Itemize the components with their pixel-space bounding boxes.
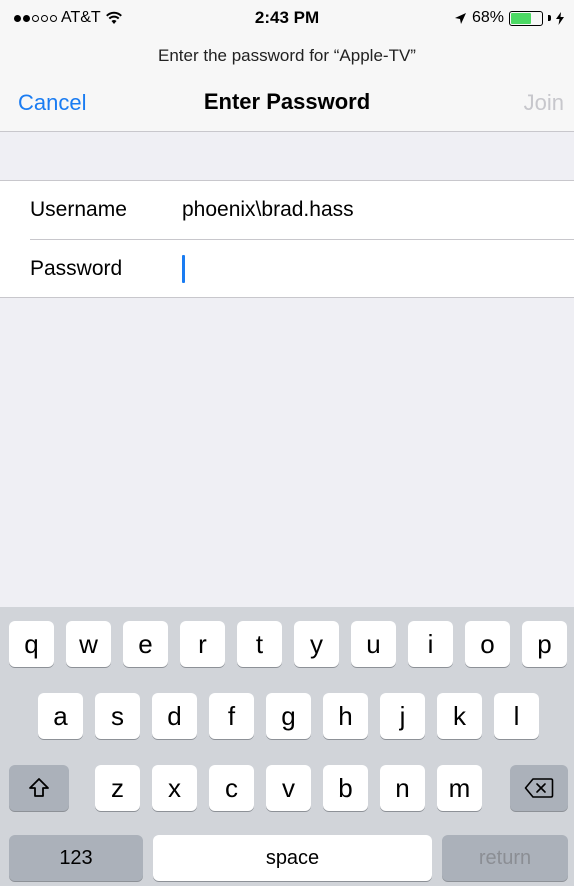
- password-label: Password: [30, 257, 123, 280]
- key-v[interactable]: v: [266, 765, 311, 811]
- key-z[interactable]: z: [95, 765, 140, 811]
- network-prompt: Enter the password for “Apple-TV”: [0, 36, 574, 76]
- status-bar: AT&T 2:43 PM 68%: [0, 0, 574, 36]
- key-w[interactable]: w: [66, 621, 111, 667]
- key-d[interactable]: d: [152, 693, 197, 739]
- username-field[interactable]: phoenix\brad.hass: [182, 198, 354, 222]
- username-row[interactable]: Username phoenix\brad.hass: [0, 181, 574, 240]
- key-q[interactable]: q: [9, 621, 54, 667]
- key-u[interactable]: u: [351, 621, 396, 667]
- key-h[interactable]: h: [323, 693, 368, 739]
- join-button[interactable]: Join: [524, 90, 564, 116]
- key-y[interactable]: y: [294, 621, 339, 667]
- text-cursor: [182, 255, 185, 283]
- key-a[interactable]: a: [38, 693, 83, 739]
- key-f[interactable]: f: [209, 693, 254, 739]
- numbers-key[interactable]: 123: [9, 835, 143, 881]
- key-e[interactable]: e: [123, 621, 168, 667]
- navigation-bar: Cancel Enter Password Join: [0, 76, 574, 132]
- key-k[interactable]: k: [437, 693, 482, 739]
- key-c[interactable]: c: [209, 765, 254, 811]
- battery-icon: [509, 10, 543, 26]
- credentials-form: Username phoenix\brad.hass Password: [0, 180, 574, 298]
- space-key[interactable]: space: [153, 835, 432, 881]
- status-right: 68%: [454, 9, 564, 27]
- key-p[interactable]: p: [522, 621, 567, 667]
- key-s[interactable]: s: [95, 693, 140, 739]
- key-b[interactable]: b: [323, 765, 368, 811]
- key-i[interactable]: i: [408, 621, 453, 667]
- username-label: Username: [30, 198, 127, 221]
- password-row[interactable]: Password: [0, 240, 574, 299]
- key-n[interactable]: n: [380, 765, 425, 811]
- key-r[interactable]: r: [180, 621, 225, 667]
- delete-key[interactable]: [510, 765, 568, 811]
- shift-icon: [29, 778, 49, 797]
- shift-key[interactable]: [9, 765, 69, 811]
- battery-percent: 68%: [471, 9, 504, 26]
- battery-cap: [548, 15, 551, 21]
- keyboard: q w e r t y u i o p a s d f g h j k l z …: [0, 607, 574, 886]
- page-title: Enter Password: [203, 89, 371, 114]
- key-l[interactable]: l: [494, 693, 539, 739]
- key-t[interactable]: t: [237, 621, 282, 667]
- key-x[interactable]: x: [152, 765, 197, 811]
- charging-bolt-icon: [556, 11, 564, 25]
- key-g[interactable]: g: [266, 693, 311, 739]
- key-o[interactable]: o: [465, 621, 510, 667]
- key-m[interactable]: m: [437, 765, 482, 811]
- location-arrow-icon: [454, 12, 466, 24]
- return-key[interactable]: return: [442, 835, 568, 881]
- return-label: return: [478, 846, 532, 869]
- key-j[interactable]: j: [380, 693, 425, 739]
- delete-icon: [524, 778, 554, 798]
